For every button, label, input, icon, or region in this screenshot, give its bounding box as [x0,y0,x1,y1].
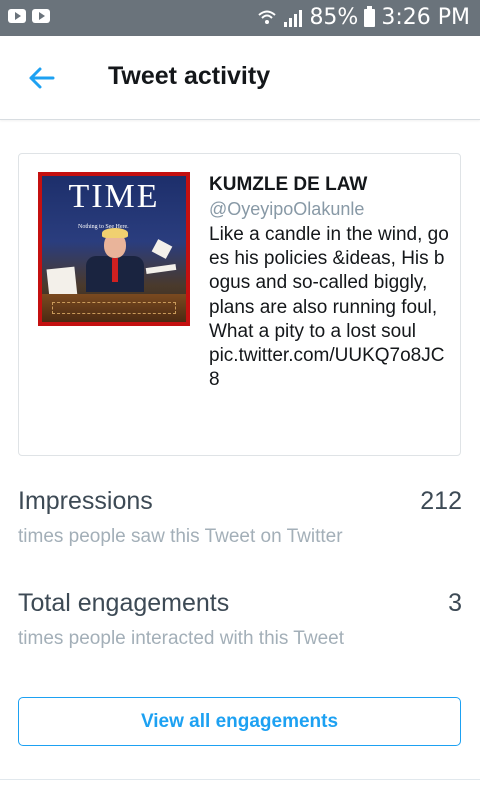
author-handle[interactable]: @OyeyipoOlakunle [209,197,449,221]
engagements-value: 3 [448,589,462,617]
desk [42,294,186,322]
notification-icons [8,9,50,23]
back-button[interactable] [24,62,58,94]
tweet-text: Like a candle in the wind, goes his poli… [209,224,449,391]
time-magazine-cover: TIME Nothing to See Here. [42,176,186,322]
flying-paper [151,239,173,259]
view-all-engagements-button[interactable]: View all engagements [18,697,461,746]
engagements-description: times people interacted with this Tweet [18,628,344,649]
engagements-metric: Total engagements 3 times people interac… [18,589,462,650]
tweet-content: KUMZLE DE LAW @OyeyipoOlakunle Like a ca… [209,174,449,392]
impressions-label: Impressions [18,487,153,515]
author-name[interactable]: KUMZLE DE LAW [209,174,449,196]
tweet-card[interactable]: TIME Nothing to See Here. KUMZLE DE LAW … [18,153,461,456]
impressions-metric: Impressions 212 times people saw this Tw… [18,487,462,548]
page-title: Tweet activity [108,62,271,90]
tweet-media-image[interactable]: TIME Nothing to See Here. [38,172,190,326]
wifi-icon [258,10,277,24]
figure-tie [112,258,118,282]
youtube-icon [32,9,50,23]
back-arrow-icon [29,67,55,89]
battery-percent: 85% [309,5,359,30]
app-header: Tweet activity [0,36,480,120]
engagements-label: Total engagements [18,589,230,617]
figure-hair [102,228,128,238]
battery-icon [364,5,376,27]
signal-icon [284,9,303,27]
clock: 3:26 PM [381,5,470,30]
youtube-icon [8,9,26,23]
flying-paper [145,263,177,275]
status-bar: 85% 3:26 PM [0,0,480,36]
impressions-description: times people saw this Tweet on Twitter [18,526,343,547]
impressions-value: 212 [420,487,462,515]
divider [0,779,480,780]
cover-logo: TIME [68,178,160,215]
system-status: 85% 3:26 PM [257,5,470,30]
